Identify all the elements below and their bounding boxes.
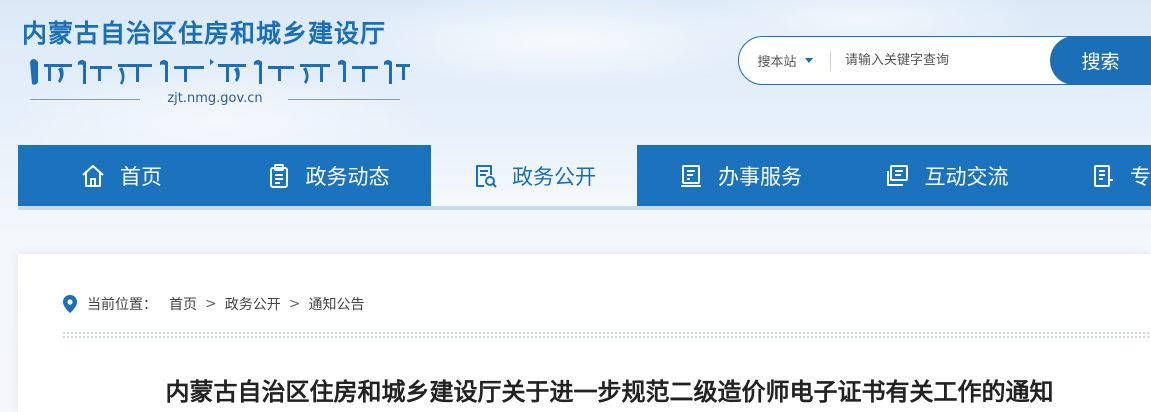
search-scope-label: 搜本站	[757, 55, 797, 70]
service-form-icon	[681, 164, 701, 187]
search-input[interactable]	[831, 37, 1046, 84]
nav-item-interaction[interactable]: 互动交流	[843, 145, 1050, 206]
breadcrumb-home[interactable]: 首页	[169, 294, 197, 314]
topic-icon	[1094, 164, 1113, 187]
caret-down-icon	[804, 58, 813, 63]
breadcrumb-separator: >	[288, 296, 301, 312]
nav-item-topics[interactable]: 专	[1050, 145, 1151, 206]
dotted-divider	[63, 330, 1151, 338]
nav-item-label: 互动交流	[924, 164, 1009, 189]
nav-item-label: 专	[1130, 164, 1151, 189]
breadcrumb-separator: >	[205, 296, 217, 312]
nav-underline	[18, 206, 1151, 210]
home-icon	[82, 164, 104, 187]
location-pin-icon	[63, 295, 77, 313]
breadcrumb-public-affairs[interactable]: 政务公开	[225, 294, 281, 314]
breadcrumb-notices[interactable]: 通知公告	[308, 294, 364, 314]
nav-item-news[interactable]: 政务动态	[224, 145, 431, 206]
chat-board-icon	[886, 164, 908, 186]
search-button[interactable]: 搜索	[1050, 36, 1151, 85]
domain-line: zjt.nmg.gov.cn	[30, 88, 400, 110]
nav-item-home[interactable]: 首页	[18, 145, 224, 206]
content-card: 当前位置： 首页 > 政务公开 > 通知公告 内蒙古自治区住房和城乡建设厅关于进…	[18, 254, 1151, 412]
domain-right-rule	[288, 99, 400, 100]
nav-item-label: 办事服务	[718, 164, 802, 189]
main-nav: 首页 政务动态 政务公开 办事服务 互动交流 专	[18, 145, 1151, 206]
site-title[interactable]: 内蒙古自治区住房和城乡建设厅	[22, 14, 386, 50]
nav-item-label: 政务动态	[305, 164, 390, 189]
nav-item-label: 政务公开	[512, 164, 596, 189]
nav-item-public-affairs[interactable]: 政务公开	[431, 145, 637, 206]
breadcrumb-prefix: 当前位置：	[87, 297, 157, 313]
search-scope-dropdown[interactable]: 搜本站	[739, 37, 831, 84]
nav-item-label: 首页	[120, 164, 162, 189]
clipboard-icon	[269, 163, 288, 188]
nav-item-services[interactable]: 办事服务	[637, 145, 843, 206]
document-search-icon	[476, 164, 497, 188]
breadcrumb: 当前位置： 首页 > 政务公开 > 通知公告	[63, 294, 364, 314]
mongolian-script-logo	[30, 59, 410, 85]
article-title: 内蒙古自治区住房和城乡建设厅关于进一步规范二级造价师电子证书有关工作的通知	[165, 378, 1054, 406]
